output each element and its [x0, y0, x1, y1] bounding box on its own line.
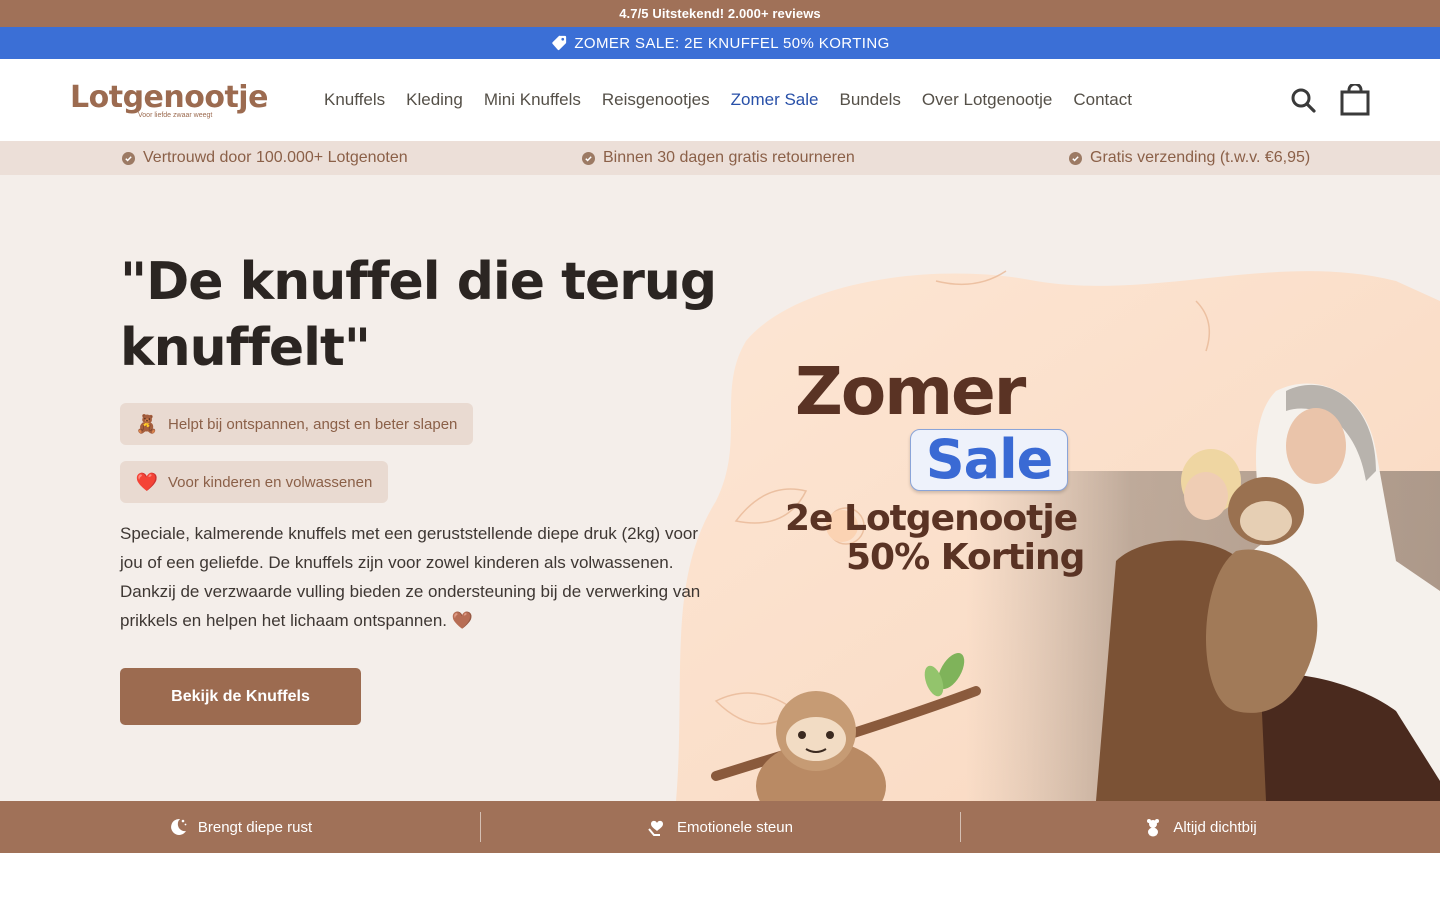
usp-item: Gratis verzending (t.w.v. €6,95)	[1069, 149, 1310, 167]
rating-bar: 4.7/5 Uitstekend! 2.000+ reviews	[0, 0, 1440, 27]
view-cuddles-button[interactable]: Bekijk de Knuffels	[120, 668, 361, 725]
nav-item-bundels[interactable]: Bundels	[839, 90, 900, 110]
logo-tagline: Voor liefde zwaar weegt	[138, 111, 213, 119]
usp-item: Vertrouwd door 100.000+ Lotgenoten	[122, 149, 408, 167]
nav-item-over-lotgenootje[interactable]: Over Lotgenootje	[922, 90, 1052, 110]
promo-zomer-text: Zomer	[795, 353, 1026, 430]
benefit-pill: ❤️ Voor kinderen en volwassenen	[120, 461, 389, 503]
hero-section: Zomer Sale 2e Lotgenootje 50% Korting "D…	[0, 175, 1440, 801]
nav-item-kleding[interactable]: Kleding	[406, 90, 463, 110]
site-header: Lotgenootje Voor liefde zwaar weegt Knuf…	[0, 59, 1440, 141]
promo-sale-badge: Sale	[910, 429, 1068, 491]
pill-row: 🧸 Helpt bij ontspannen, angst en beter s…	[120, 403, 720, 445]
benefit-text: Brengt diepe rust	[197, 818, 313, 836]
moon-icon	[168, 817, 188, 837]
hero-description: Speciale, kalmerende knuffels met een ge…	[120, 524, 701, 630]
teddy-bear-icon: 🧸	[135, 413, 159, 434]
usp-item: Binnen 30 dagen gratis retourneren	[582, 149, 855, 167]
nav-item-reisgenootjes[interactable]: Reisgenootjes	[602, 90, 710, 110]
check-icon	[122, 151, 135, 165]
benefit-text: Altijd dichtbij	[1173, 818, 1257, 836]
benefit-pill: 🧸 Helpt bij ontspannen, angst en beter s…	[120, 403, 474, 445]
benefit-item: Emotionele steun	[480, 812, 960, 842]
pill-text: Helpt bij ontspannen, angst en beter sla…	[168, 415, 458, 433]
heart-hands-icon	[647, 817, 667, 837]
promo-offer-line1: 2e Lotgenootje	[785, 498, 1078, 539]
cart-icon[interactable]	[1340, 84, 1370, 116]
search-icon[interactable]	[1288, 84, 1318, 116]
nav-item-contact[interactable]: Contact	[1073, 90, 1132, 110]
header-actions	[1288, 59, 1370, 141]
nav-item-knuffels[interactable]: Knuffels	[324, 90, 385, 110]
check-icon	[1069, 151, 1082, 165]
benefit-item: Brengt diepe rust	[0, 812, 480, 842]
pill-text: Voor kinderen en volwassenen	[168, 473, 373, 491]
benefits-bar: Brengt diepe rust Emotionele steun Altij…	[0, 801, 1440, 853]
main-nav: Knuffels Kleding Mini Knuffels Reisgenoo…	[324, 59, 1153, 141]
promo-offer-line2: 50% Korting	[846, 537, 1085, 578]
teddy-icon	[1143, 817, 1163, 837]
check-icon	[582, 151, 595, 165]
logo-text: Lotgenootje	[70, 79, 268, 115]
promo-sale-text: Sale	[925, 428, 1053, 491]
rating-text: 4.7/5 Uitstekend! 2.000+ reviews	[619, 6, 821, 21]
sale-announcement-bar[interactable]: ZOMER SALE: 2E KNUFFEL 50% KORTING	[0, 27, 1440, 59]
hero-title: "De knuffel die terug knuffelt"	[120, 252, 717, 378]
usp-bar: Vertrouwd door 100.000+ Lotgenoten Binne…	[0, 141, 1440, 175]
nav-item-zomer-sale[interactable]: Zomer Sale	[731, 90, 819, 110]
nav-item-mini-knuffels[interactable]: Mini Knuffels	[484, 90, 581, 110]
logo[interactable]: Lotgenootje Voor liefde zwaar weegt	[70, 79, 268, 119]
sale-text: ZOMER SALE: 2E KNUFFEL 50% KORTING	[574, 34, 890, 52]
heart-icon: ❤️	[135, 471, 159, 492]
tag-icon	[550, 34, 568, 52]
cta-wrapper: Bekijk de Knuffels	[120, 668, 720, 725]
usp-text: Binnen 30 dagen gratis retourneren	[603, 149, 855, 166]
usp-text: Vertrouwd door 100.000+ Lotgenoten	[143, 149, 408, 166]
benefit-text: Emotionele steun	[677, 818, 793, 836]
usp-text: Gratis verzending (t.w.v. €6,95)	[1090, 149, 1311, 166]
pill-row: ❤️ Voor kinderen en volwassenen	[120, 461, 720, 503]
benefit-item: Altijd dichtbij	[960, 812, 1440, 842]
hero-content: "De knuffel die terug knuffelt" 🧸 Helpt …	[120, 249, 720, 725]
